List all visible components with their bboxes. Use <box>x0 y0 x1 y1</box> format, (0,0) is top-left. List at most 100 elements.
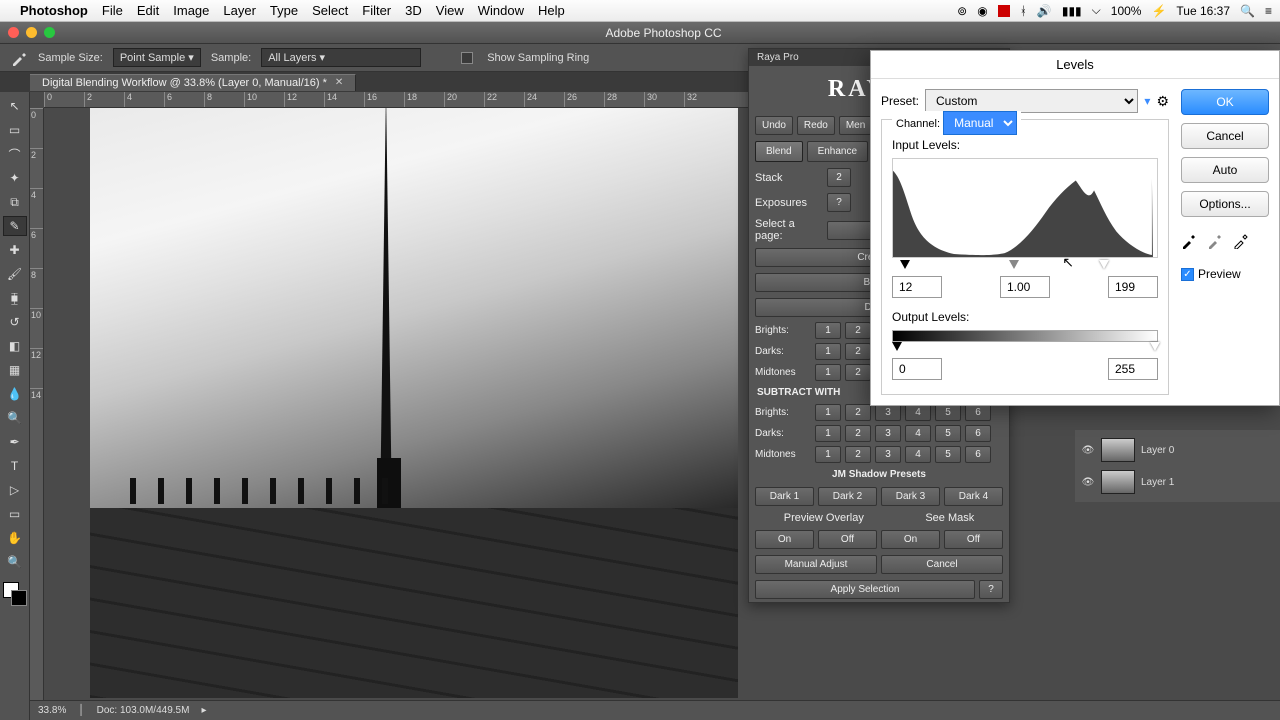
exposures-help-button[interactable]: ? <box>827 193 851 212</box>
apply-help-button[interactable]: ? <box>979 580 1003 599</box>
menu-file[interactable]: File <box>102 3 123 18</box>
menu-view[interactable]: View <box>436 3 464 18</box>
close-window-icon[interactable] <box>8 27 19 38</box>
pen-tool[interactable]: ✒ <box>3 432 27 452</box>
apply-selection-button[interactable]: Apply Selection <box>755 580 975 599</box>
sm5[interactable]: 5 <box>935 446 961 463</box>
mask-on-button[interactable]: On <box>881 530 940 549</box>
input-white-field[interactable] <box>1108 276 1158 298</box>
sm4[interactable]: 4 <box>905 446 931 463</box>
menu-icon[interactable]: ≡ <box>1265 4 1272 18</box>
show-sampling-ring-checkbox[interactable] <box>461 52 473 64</box>
zoom-tool[interactable]: 🔍 <box>3 552 27 572</box>
channel-select[interactable]: Manual <box>943 111 1017 135</box>
preset-gear-icon[interactable]: ⚙ <box>1156 93 1169 110</box>
gray-eyedropper-icon[interactable] <box>1207 233 1223 249</box>
status-record-icon[interactable] <box>998 5 1010 17</box>
history-brush-tool[interactable]: ↺ <box>3 312 27 332</box>
auto-button[interactable]: Auto <box>1181 157 1269 183</box>
brush-tool[interactable]: 🖌 <box>3 264 27 284</box>
layer-row[interactable]: 👁 Layer 0 <box>1079 434 1276 466</box>
maximize-window-icon[interactable] <box>44 27 55 38</box>
stamp-tool[interactable]: ⧯ <box>3 288 27 308</box>
menu-3d[interactable]: 3D <box>405 3 422 18</box>
minimize-window-icon[interactable] <box>26 27 37 38</box>
dark2-button[interactable]: Dark 2 <box>818 487 877 506</box>
manual-adjust-button[interactable]: Manual Adjust <box>755 555 877 574</box>
marquee-tool[interactable]: ▭ <box>3 120 27 140</box>
raya-cancel-button[interactable]: Cancel <box>881 555 1003 574</box>
path-tool[interactable]: ▷ <box>3 480 27 500</box>
levels-title[interactable]: Levels <box>871 51 1279 79</box>
shape-tool[interactable]: ▭ <box>3 504 27 524</box>
menu-filter[interactable]: Filter <box>362 3 391 18</box>
gradient-tool[interactable]: ▦ <box>3 360 27 380</box>
mid-1[interactable]: 1 <box>815 364 841 381</box>
mask-off-button[interactable]: Off <box>944 530 1003 549</box>
layer-name[interactable]: Layer 0 <box>1141 445 1174 456</box>
menu-image[interactable]: Image <box>173 3 209 18</box>
spotlight-icon[interactable]: 🔍 <box>1240 4 1255 18</box>
stack-2-button[interactable]: 2 <box>827 168 851 187</box>
ok-button[interactable]: OK <box>1181 89 1269 115</box>
crop-tool[interactable]: ⧉ <box>3 192 27 212</box>
sample-size-select[interactable]: Point Sample ▾ <box>113 48 201 67</box>
dodge-tool[interactable]: 🔍 <box>3 408 27 428</box>
undo-button[interactable]: Undo <box>755 116 793 135</box>
sd6[interactable]: 6 <box>965 425 991 442</box>
sd3[interactable]: 3 <box>875 425 901 442</box>
sd4[interactable]: 4 <box>905 425 931 442</box>
status-icon[interactable]: ◉ <box>977 4 987 18</box>
volume-icon[interactable]: 🔊 <box>1037 4 1052 18</box>
color-swatch[interactable] <box>3 582 27 606</box>
white-point-slider[interactable] <box>1099 260 1109 269</box>
ruler-vertical[interactable]: 02468101214 <box>30 108 44 700</box>
battery-icon[interactable]: ▮▮▮ <box>1062 4 1082 18</box>
sd2[interactable]: 2 <box>845 425 871 442</box>
sb4[interactable]: 4 <box>905 404 931 421</box>
output-gradient[interactable] <box>892 330 1158 342</box>
options-button[interactable]: Options... <box>1181 191 1269 217</box>
darks-2[interactable]: 2 <box>845 343 871 360</box>
mid-2[interactable]: 2 <box>845 364 871 381</box>
brights-2[interactable]: 2 <box>845 322 871 339</box>
zoom-level[interactable]: 33.8% <box>38 705 66 716</box>
doc-size[interactable]: Doc: 103.0M/449.5M <box>97 705 190 716</box>
input-black-field[interactable] <box>892 276 942 298</box>
darks-1[interactable]: 1 <box>815 343 841 360</box>
heal-tool[interactable]: ✚ <box>3 240 27 260</box>
eyedrop-tool-icon[interactable] <box>10 49 28 67</box>
sb6[interactable]: 6 <box>965 404 991 421</box>
layers-panel[interactable]: 👁Layer 0 👁Layer 1 <box>1075 430 1280 502</box>
black-eyedropper-icon[interactable] <box>1181 233 1197 249</box>
brights-1[interactable]: 1 <box>815 322 841 339</box>
menu-window[interactable]: Window <box>478 3 524 18</box>
sb3[interactable]: 3 <box>875 404 901 421</box>
sd5[interactable]: 5 <box>935 425 961 442</box>
eyedropper-tool[interactable]: ✎ <box>3 216 27 236</box>
wand-tool[interactable]: ✦ <box>3 168 27 188</box>
move-tool[interactable]: ↖ <box>3 96 27 116</box>
status-arrow-icon[interactable]: ▸ <box>201 705 206 716</box>
input-sliders[interactable]: ↖ <box>892 260 1158 272</box>
sm2[interactable]: 2 <box>845 446 871 463</box>
output-black-slider[interactable] <box>892 342 902 351</box>
document-canvas[interactable] <box>90 108 738 698</box>
enhance-tab[interactable]: Enhance <box>807 141 868 162</box>
menu-select[interactable]: Select <box>312 3 348 18</box>
input-gamma-field[interactable] <box>1000 276 1050 298</box>
visibility-icon[interactable]: 👁 <box>1081 445 1095 456</box>
type-tool[interactable]: T <box>3 456 27 476</box>
black-point-slider[interactable] <box>900 260 910 269</box>
menu-app[interactable]: Photoshop <box>20 3 88 18</box>
sm3[interactable]: 3 <box>875 446 901 463</box>
preset-select[interactable]: Custom <box>925 89 1138 113</box>
levels-dialog[interactable]: Levels Preset: Custom ▾ ⚙ Channel: Manua… <box>870 50 1280 406</box>
lasso-tool[interactable]: ⌒ <box>3 144 27 164</box>
sd1[interactable]: 1 <box>815 425 841 442</box>
sample-select[interactable]: All Layers ▾ <box>261 48 421 67</box>
white-eyedropper-icon[interactable] <box>1233 233 1249 249</box>
menu-type[interactable]: Type <box>270 3 298 18</box>
sb1[interactable]: 1 <box>815 404 841 421</box>
preview-checkbox[interactable]: ✓ <box>1181 268 1194 281</box>
